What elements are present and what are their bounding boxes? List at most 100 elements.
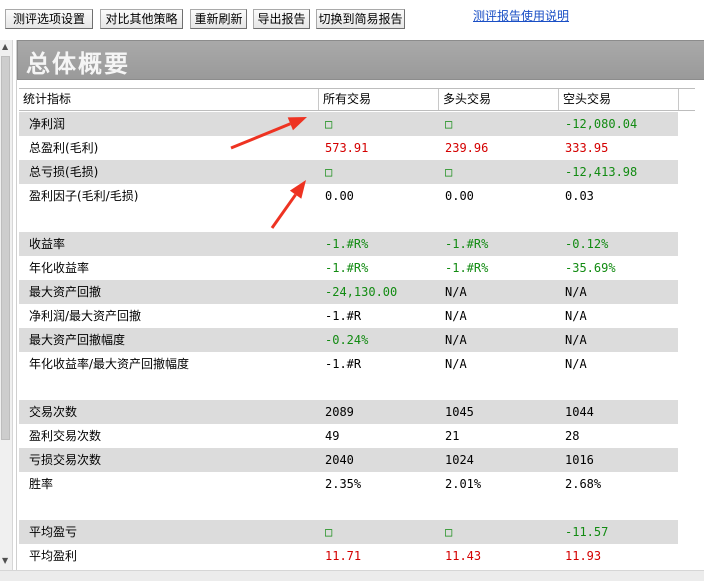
row-value-all: □ — [325, 117, 333, 131]
row-value-all: -24,130.00 — [325, 285, 398, 299]
table-row: 盈利交易次数 49 21 28 — [19, 424, 678, 448]
table-row: 净利润 □ □ -12,080.04 — [19, 112, 678, 136]
row-label: 亏损交易次数 — [29, 453, 102, 467]
table-row: 总亏损(毛损) □ □ -12,413.98 — [19, 160, 678, 184]
row-label: 盈利因子(毛利/毛损) — [29, 189, 139, 203]
row-label: 盈利交易次数 — [29, 429, 102, 443]
row-value-short: -12,413.98 — [565, 165, 638, 179]
row-value-long: N/A — [445, 333, 467, 347]
compare-strategies-button[interactable]: 对比其他策略 — [100, 9, 183, 29]
row-label: 最大资产回撤幅度 — [29, 333, 126, 347]
test-options-button[interactable]: 测评选项设置 — [5, 9, 93, 29]
toolbar: 测评选项设置 对比其他策略 重新刷新 导出报告 切换到简易报告 测评报告使用说明 — [0, 0, 704, 36]
header-all-trades[interactable]: 所有交易 — [319, 89, 439, 110]
row-value-short: 1044 — [565, 405, 594, 419]
row-value-short: -11.57 — [565, 525, 609, 539]
row-label: 交易次数 — [29, 405, 78, 419]
table-row: 盈利因子(毛利/毛损) 0.00 0.00 0.03 — [19, 184, 678, 208]
table-row: 收益率 -1.#R% -1.#R% -0.12% — [19, 232, 678, 256]
row-value-long: 239.96 — [445, 141, 489, 155]
export-report-button[interactable]: 导出报告 — [253, 9, 310, 29]
table-row: 最大资产回撤 -24,130.00 N/A N/A — [19, 280, 678, 304]
row-label: 平均盈利 — [29, 549, 78, 563]
row-value-long: -1.#R% — [445, 237, 489, 251]
row-value-long: 1045 — [445, 405, 474, 419]
row-value-all: -1.#R% — [325, 237, 369, 251]
row-label: 年化收益率/最大资产回撤幅度 — [29, 357, 190, 371]
header-short-trades[interactable]: 空头交易 — [559, 89, 679, 110]
report-help-link[interactable]: 测评报告使用说明 — [473, 7, 569, 24]
row-value-short: 333.95 — [565, 141, 609, 155]
row-value-long: N/A — [445, 285, 467, 299]
header-metric[interactable]: 统计指标 — [19, 89, 319, 110]
table-row: 亏损交易次数 2040 1024 1016 — [19, 448, 678, 472]
row-value-all: 49 — [325, 429, 340, 443]
row-value-short: N/A — [565, 357, 587, 371]
row-label: 平均盈亏 — [29, 525, 78, 539]
row-value-short: -12,080.04 — [565, 117, 638, 131]
row-value-long: 0.00 — [445, 189, 474, 203]
row-value-all: 11.71 — [325, 549, 362, 563]
row-value-long: □ — [445, 117, 453, 131]
row-value-short: -0.12% — [565, 237, 609, 251]
table-row: 年化收益率/最大资产回撤幅度 -1.#R N/A N/A — [19, 352, 678, 376]
refresh-button[interactable]: 重新刷新 — [190, 9, 247, 29]
row-label: 胜率 — [29, 477, 54, 491]
scroll-up-icon[interactable]: ▲ — [2, 42, 8, 51]
row-value-all: 2040 — [325, 453, 354, 467]
row-value-all: 2.35% — [325, 477, 362, 491]
row-value-long: 21 — [445, 429, 460, 443]
table-row: 年化收益率 -1.#R% -1.#R% -35.69% — [19, 256, 678, 280]
row-value-long: N/A — [445, 309, 467, 323]
row-value-short: 0.03 — [565, 189, 594, 203]
vertical-scrollbar[interactable]: ▲ ▼ — [0, 40, 13, 570]
row-value-long: □ — [445, 165, 453, 179]
row-label: 最大资产回撤 — [29, 285, 102, 299]
row-value-short: 28 — [565, 429, 580, 443]
row-value-long: 1024 — [445, 453, 474, 467]
table-row: 胜率 2.35% 2.01% 2.68% — [19, 472, 678, 496]
section-title-bar: 总体概要 — [17, 40, 704, 80]
row-value-all: -1.#R — [325, 357, 362, 371]
table-header: 统计指标 所有交易 多头交易 空头交易 — [19, 88, 695, 111]
row-label: 总盈利(毛利) — [29, 141, 99, 155]
row-value-short: N/A — [565, 309, 587, 323]
row-value-short: -35.69% — [565, 261, 616, 275]
row-value-long: □ — [445, 525, 453, 539]
horizontal-scrollbar[interactable] — [0, 570, 704, 581]
row-value-long: 2.01% — [445, 477, 482, 491]
report-panel: 总体概要 统计指标 所有交易 多头交易 空头交易 净利润 □ □ -12,080.04… — [16, 40, 704, 570]
row-value-long: 11.43 — [445, 549, 482, 563]
row-label: 收益率 — [29, 237, 66, 251]
row-value-all: 573.91 — [325, 141, 369, 155]
row-value-short: N/A — [565, 285, 587, 299]
row-value-all: 2089 — [325, 405, 354, 419]
row-value-short: 2.68% — [565, 477, 602, 491]
scroll-down-icon[interactable]: ▼ — [2, 556, 8, 565]
row-value-long: N/A — [445, 357, 467, 371]
row-value-short: 11.93 — [565, 549, 602, 563]
table-row: 净利润/最大资产回撤 -1.#R N/A N/A — [19, 304, 678, 328]
switch-simple-report-button[interactable]: 切换到简易报告 — [316, 9, 405, 29]
table-row: 平均盈利 11.71 11.43 11.93 — [19, 544, 678, 568]
row-value-all: -0.24% — [325, 333, 369, 347]
row-value-long: -1.#R% — [445, 261, 489, 275]
table-row: 平均盈亏 □ □ -11.57 — [19, 520, 678, 544]
header-long-trades[interactable]: 多头交易 — [439, 89, 559, 110]
row-value-short: N/A — [565, 333, 587, 347]
row-value-all: □ — [325, 525, 333, 539]
row-value-all: □ — [325, 165, 333, 179]
section-title: 总体概要 — [26, 50, 130, 78]
row-label: 净利润 — [29, 117, 66, 131]
table-row: 总盈利(毛利) 573.91 239.96 333.95 — [19, 136, 678, 160]
row-label: 净利润/最大资产回撤 — [29, 309, 142, 323]
row-label: 年化收益率 — [29, 261, 90, 275]
row-value-all: -1.#R% — [325, 261, 369, 275]
row-value-all: -1.#R — [325, 309, 362, 323]
row-value-all: 0.00 — [325, 189, 354, 203]
row-label: 总亏损(毛损) — [29, 165, 99, 179]
table-row: 最大资产回撤幅度 -0.24% N/A N/A — [19, 328, 678, 352]
table-row: 交易次数 2089 1045 1044 — [19, 400, 678, 424]
row-value-short: 1016 — [565, 453, 594, 467]
scrollbar-thumb[interactable] — [1, 56, 10, 440]
